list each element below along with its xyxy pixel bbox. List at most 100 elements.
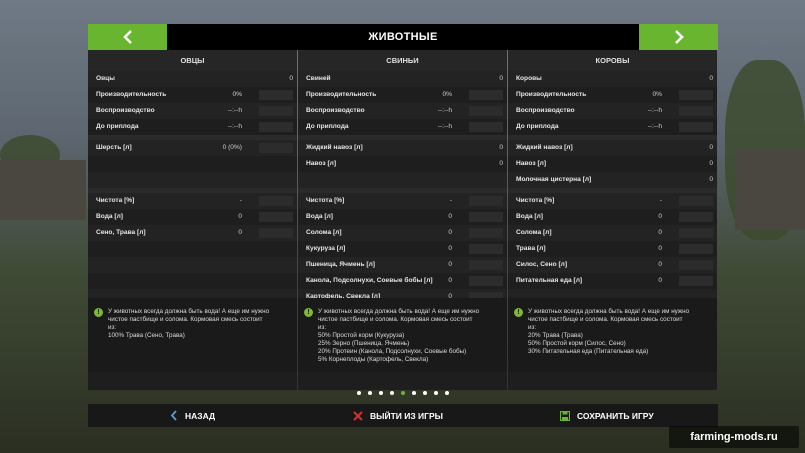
progress-bar <box>259 228 293 238</box>
stat-value: 0 <box>238 229 242 236</box>
column-cows: КОРОВЫ Коровы 0 Производительность 0% Воспрои… <box>508 50 717 390</box>
stat-label: Жидкий навоз [л] <box>516 144 573 151</box>
stat-label: Питательная еда [л] <box>516 277 583 284</box>
progress-bar <box>469 90 503 100</box>
page-dot[interactable] <box>434 391 438 395</box>
stat-label: Канола, Подсолнухи, Соевые бобы [л] <box>306 277 433 284</box>
stats-group: Овцы 0 Производительность 0% Воспроизводство… <box>88 71 297 135</box>
progress-bar <box>469 196 503 206</box>
quit-button-label: ВЫЙТИ ИЗ ИГРЫ <box>370 410 443 421</box>
stat-label: Воспроизводство <box>96 107 155 114</box>
chevron-left-icon <box>170 410 177 421</box>
info-line: У животных всегда должна быть вода! А ещ… <box>528 308 690 315</box>
stat-label: Производительность <box>306 91 377 98</box>
stat-value: 0 <box>448 261 452 268</box>
info-icon: ! <box>514 308 523 317</box>
stat-label: Пшеница, Ячмень [л] <box>306 261 375 268</box>
stat-row: Питательная еда [л] 0 <box>508 273 717 289</box>
stat-value: 0 <box>709 160 713 167</box>
stat-value: 0 <box>448 245 452 252</box>
stat-value: --:--h <box>647 123 662 130</box>
stat-row: Силос, Сено [л] 0 <box>508 257 717 273</box>
stat-label: Навоз [л] <box>306 160 337 167</box>
feed-group: Чистота [%] - Вода [л] 0 Солома [л] 0 Кукуруза… <box>298 193 507 305</box>
stat-value: 0 <box>658 213 662 220</box>
background-barn <box>735 150 805 230</box>
stat-label: Чистота [%] <box>306 197 345 204</box>
stat-value: 0 <box>448 229 452 236</box>
watermark: farming-mods.ru <box>669 426 799 448</box>
animals-panel: ЖИВОТНЫЕ ОВЦЫ Овцы 0 Производительность 0% Во… <box>88 24 718 406</box>
page-dot[interactable] <box>423 391 427 395</box>
stat-label: Коровы <box>516 75 542 82</box>
back-button[interactable]: НАЗАД <box>170 404 215 427</box>
feed-group: Чистота [%] - Вода [л] 0 Сено, Трава [л] 0 <box>88 193 297 305</box>
stat-row: Чистота [%] - <box>88 193 297 209</box>
page-dot[interactable] <box>368 391 372 395</box>
progress-bar <box>469 276 503 286</box>
save-game-button[interactable]: СОХРАНИТЬ ИГРУ <box>560 404 654 427</box>
progress-bar <box>679 276 713 286</box>
footer-bar: НАЗАД ВЫЙТИ ИЗ ИГРЫ СОХРАНИТЬ ИГРУ <box>88 404 718 427</box>
stat-row: Солома [л] 0 <box>508 225 717 241</box>
info-icon: ! <box>304 308 313 317</box>
empty-row <box>88 273 297 289</box>
empty-row <box>88 156 297 172</box>
page-dot[interactable] <box>379 391 383 395</box>
stats-group: Свиней 0 Производительность 0% Воспроизводст… <box>298 71 507 135</box>
progress-bar <box>469 106 503 116</box>
page-dot[interactable] <box>357 391 361 395</box>
stat-label: Вода [л] <box>306 213 333 220</box>
stat-row: Сено, Трава [л] 0 <box>88 225 297 241</box>
progress-bar <box>469 244 503 254</box>
column-title: СВИНЬИ <box>298 50 507 71</box>
empty-row <box>88 241 297 257</box>
stat-value: 0 <box>709 144 713 151</box>
stat-label: Вода [л] <box>516 213 543 220</box>
prev-page-button[interactable] <box>88 24 167 50</box>
column-pigs: СВИНЬИ Свиней 0 Производительность 0% Воспрои… <box>298 50 507 390</box>
page-dot[interactable] <box>445 391 449 395</box>
stat-row: Воспроизводство --:--h <box>508 103 717 119</box>
progress-bar <box>259 196 293 206</box>
stat-value: 0 <box>238 213 242 220</box>
stat-label: Сено, Трава [л] <box>96 229 146 236</box>
page-dot[interactable] <box>390 391 394 395</box>
stat-label: Силос, Сено [л] <box>516 261 568 268</box>
stat-label: Овцы <box>96 75 115 82</box>
info-line: чистое пастбище и солома. Кормовая смесь… <box>318 316 473 323</box>
progress-bar <box>469 212 503 222</box>
stat-value: 0 <box>499 160 503 167</box>
stats-group: Коровы 0 Производительность 0% Воспроизводст… <box>508 71 717 135</box>
stat-value: 0 <box>658 261 662 268</box>
stat-row: Жидкий навоз [л] 0 <box>298 140 507 156</box>
info-line: 100% Трава (Сено, Трава) <box>108 332 185 339</box>
feeding-info: ! У животных всегда должна быть вода! А е… <box>88 298 297 372</box>
stat-row: Вода [л] 0 <box>508 209 717 225</box>
stat-row: Кукуруза [л] 0 <box>298 241 507 257</box>
stat-value: 0 <box>658 277 662 284</box>
stat-label: Солома [л] <box>306 229 342 236</box>
progress-bar <box>679 122 713 132</box>
empty-row <box>88 172 297 188</box>
stat-label: Жидкий навоз [л] <box>306 144 363 151</box>
stat-value: --:--h <box>647 107 662 114</box>
stat-row: Воспроизводство --:--h <box>298 103 507 119</box>
back-button-label: НАЗАД <box>185 410 216 421</box>
progress-bar <box>679 212 713 222</box>
stat-row: Пшеница, Ячмень [л] 0 <box>298 257 507 273</box>
page-dot[interactable] <box>401 391 405 395</box>
info-line: У животных всегда должна быть вода! А ещ… <box>108 308 270 315</box>
stat-value: --:--h <box>227 107 242 114</box>
stat-row: Воспроизводство --:--h <box>88 103 297 119</box>
progress-bar <box>679 244 713 254</box>
page-dot[interactable] <box>412 391 416 395</box>
stat-label: Молочная цистерна [л] <box>516 176 592 183</box>
info-line: 20% Протеин (Канола, Подсолнухи, Соевые … <box>318 348 467 355</box>
stat-row: Навоз [л] 0 <box>508 156 717 172</box>
column-sheep: ОВЦЫ Овцы 0 Производительность 0% Воспроизвод… <box>88 50 297 390</box>
next-page-button[interactable] <box>639 24 718 50</box>
info-line: из: <box>108 324 117 331</box>
progress-bar <box>259 212 293 222</box>
quit-game-button[interactable]: ВЫЙТИ ИЗ ИГРЫ <box>353 404 443 427</box>
